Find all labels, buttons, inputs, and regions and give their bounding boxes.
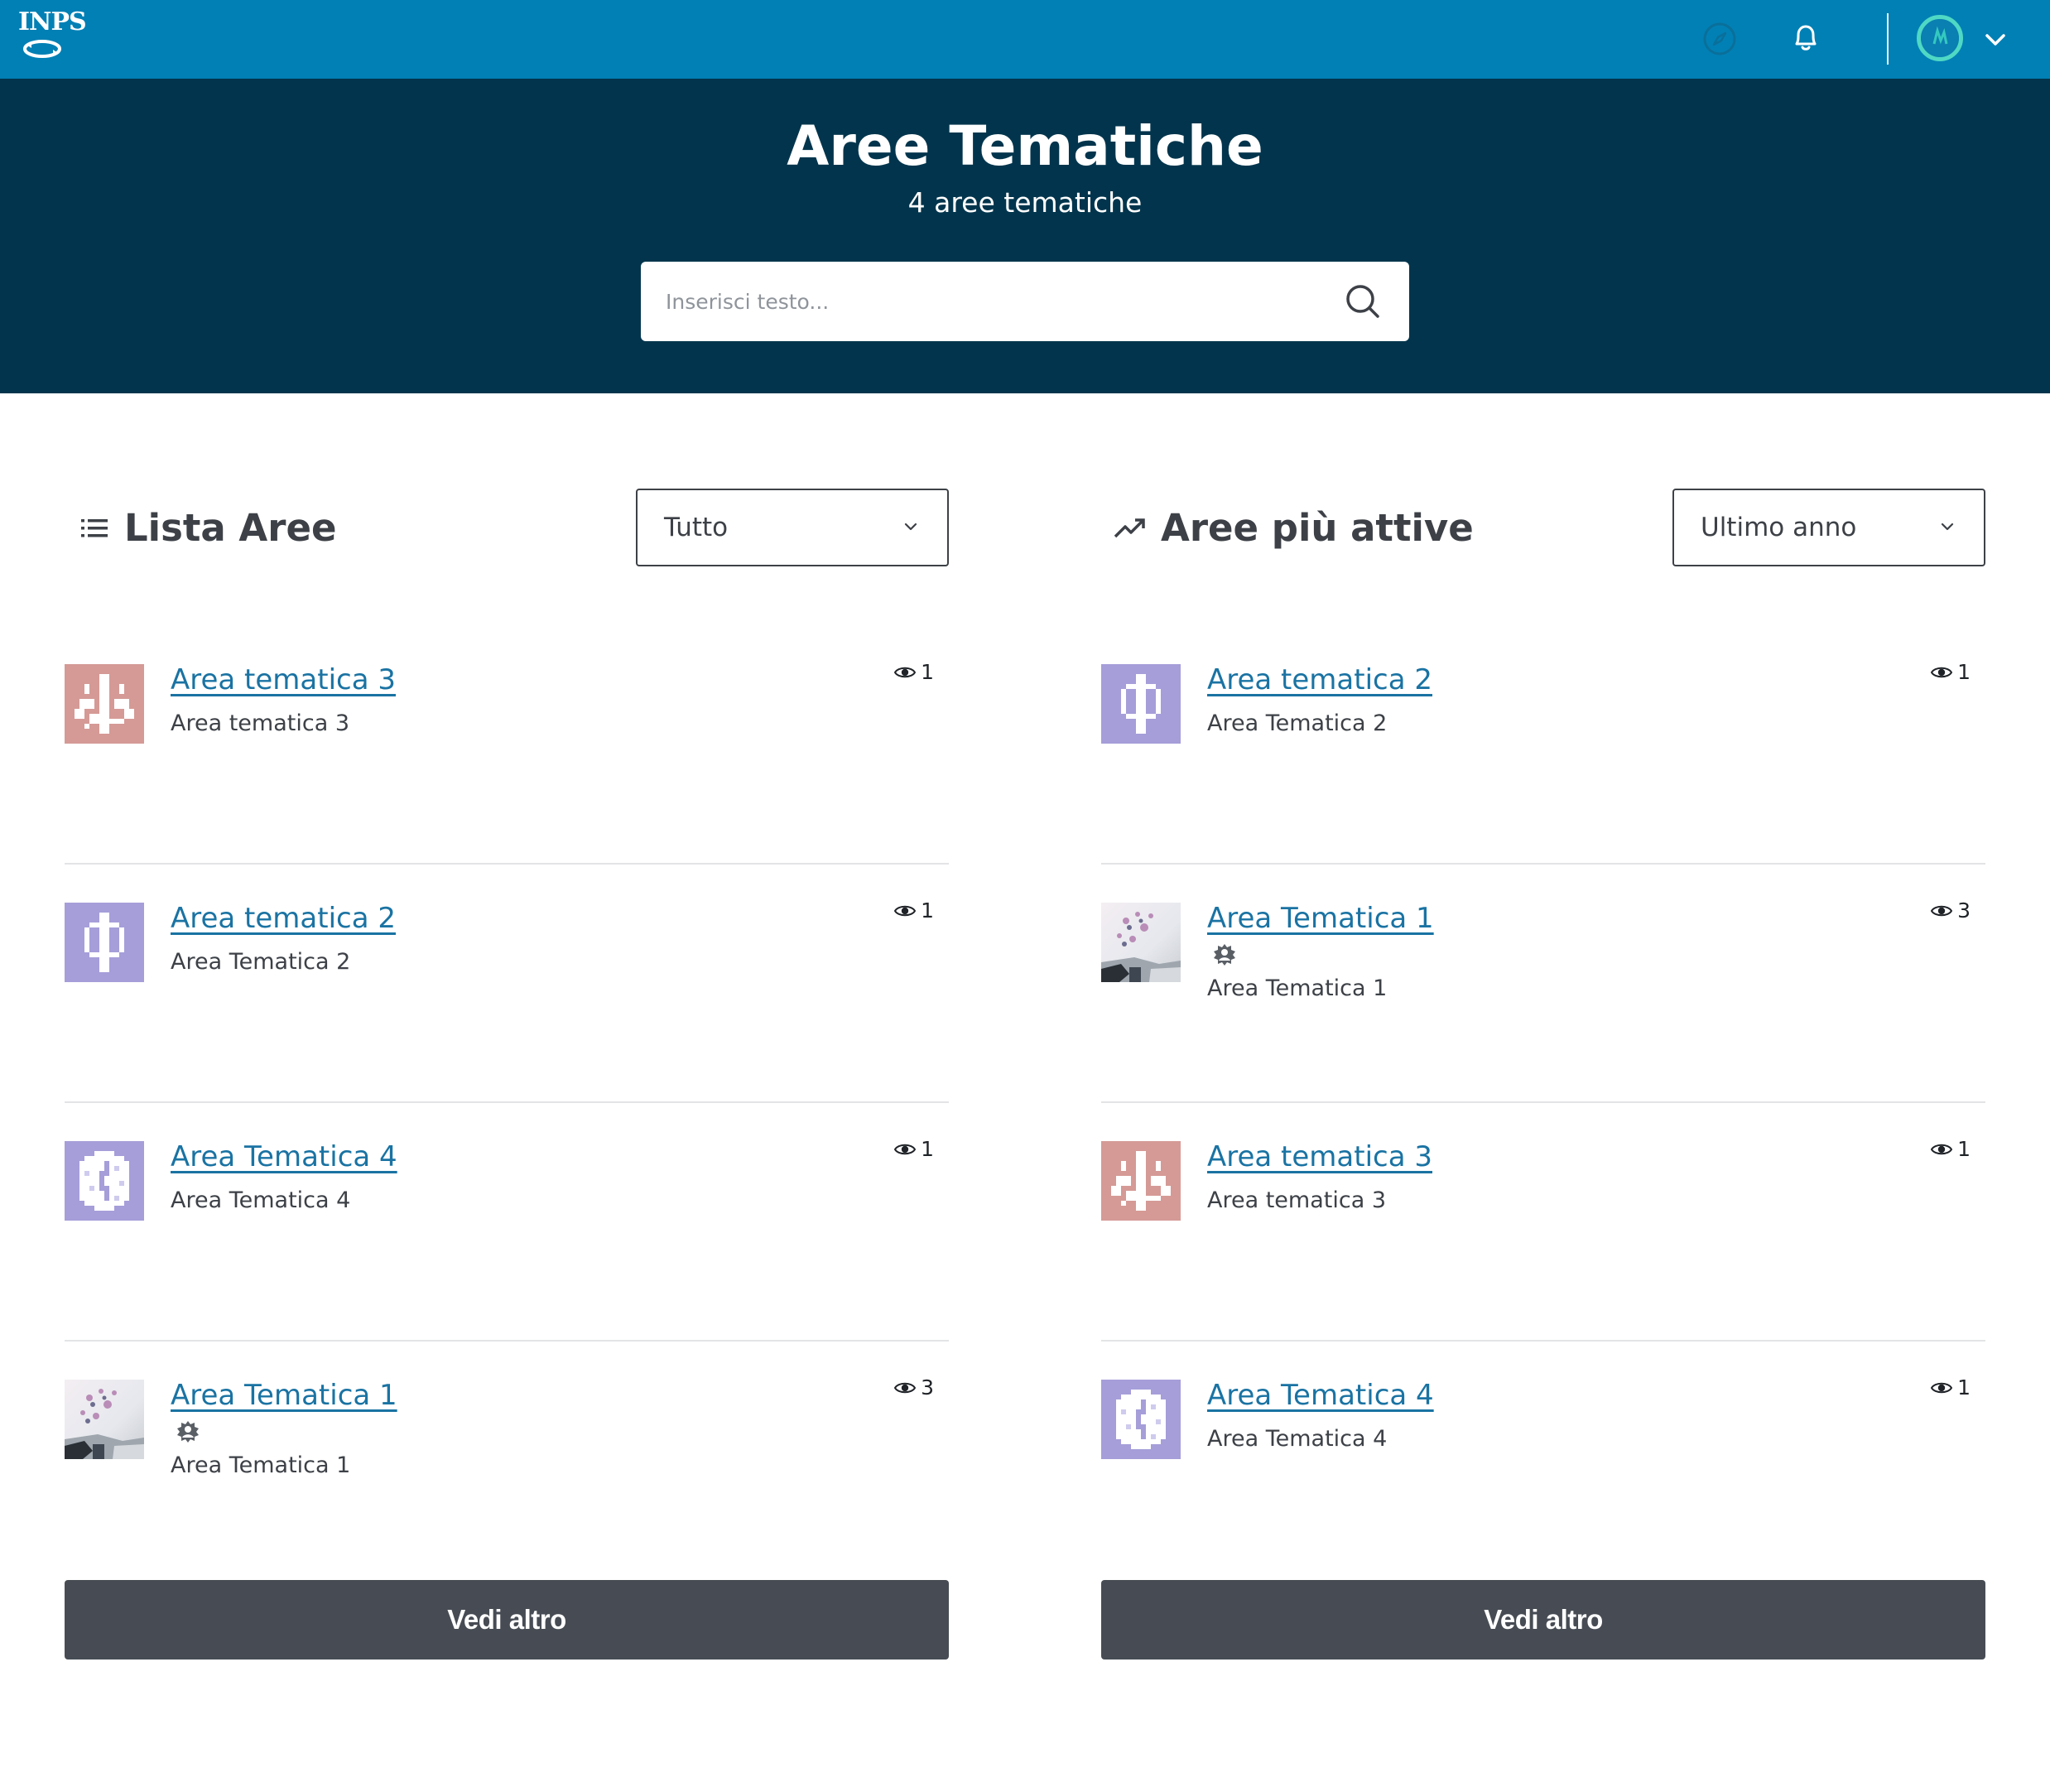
area-thumbnail (1101, 1380, 1181, 1459)
view-counter: 1 (894, 658, 934, 687)
area-description: Area Tematica 1 (171, 1452, 351, 1478)
chevron-down-icon (1941, 523, 1954, 531)
eye-icon (1931, 903, 1953, 918)
area-title-link[interactable]: Area Tematica 1 (1207, 899, 1434, 937)
page-title: Aree Tematiche (787, 114, 1263, 178)
eye-icon (894, 1380, 917, 1395)
attive-filter-select[interactable]: Ultimo anno (1672, 489, 1985, 566)
hero-banner: Aree Tematiche 4 aree tematiche (0, 79, 2050, 393)
area-title-link[interactable]: Area Tematica 1 (171, 1376, 397, 1414)
lista-filter-value: Tutto (664, 513, 729, 542)
chevron-down-icon[interactable] (1983, 30, 2008, 50)
list-item: Area tematica 2 Area Tematica 2 1 (1101, 660, 1985, 903)
eye-icon (894, 665, 917, 680)
area-thumbnail (65, 664, 144, 744)
area-description: Area Tematica 2 (1207, 711, 1388, 736)
view-count: 1 (1957, 660, 1971, 684)
bell-icon[interactable] (1787, 18, 1825, 56)
list-item: Area Tematica 4 Area Tematica 4 1 (65, 1137, 949, 1380)
divider (65, 863, 949, 865)
avatar-icon (1921, 19, 1959, 57)
view-count: 1 (921, 660, 934, 684)
area-title-link[interactable]: Area tematica 2 (171, 899, 396, 937)
divider (1101, 863, 1985, 865)
area-thumbnail (1101, 903, 1181, 982)
eye-icon (894, 1142, 917, 1157)
view-counter: 1 (1931, 1373, 1971, 1403)
compass-icon[interactable] (1701, 20, 1739, 58)
view-counter: 1 (894, 896, 934, 926)
view-counter: 3 (1931, 896, 1971, 926)
divider (65, 1340, 949, 1342)
view-counter: 1 (1931, 1134, 1971, 1164)
search-input[interactable] (666, 262, 1311, 341)
area-title-link[interactable]: Area tematica 2 (1207, 661, 1432, 699)
view-counter: 1 (894, 1134, 934, 1164)
area-description: Area Tematica 1 (1207, 975, 1388, 1001)
eye-icon (894, 903, 917, 918)
inps-logo[interactable]: INPS (18, 7, 87, 70)
list-item: Area Tematica 1 Area Tematica 1 3 (1101, 898, 1985, 1141)
view-count: 1 (1957, 1375, 1971, 1399)
search-icon[interactable] (1343, 282, 1383, 321)
area-description: Area Tematica 4 (171, 1187, 351, 1213)
attive-filter-value: Ultimo anno (1701, 513, 1857, 542)
list-item: Area tematica 3 Area tematica 3 1 (1101, 1137, 1985, 1380)
page-subtitle: 4 aree tematiche (907, 186, 1143, 219)
view-count: 1 (1957, 1137, 1971, 1161)
eye-icon (1931, 1142, 1953, 1157)
list-item: Area tematica 3 Area tematica 3 1 (65, 660, 949, 903)
aree-attive-header: Aree più attive Ultimo anno (1101, 489, 1985, 568)
view-count: 1 (921, 1137, 934, 1161)
lista-filter-select[interactable]: Tutto (636, 489, 949, 566)
lista-vedi-altro-button[interactable]: Vedi altro (65, 1580, 949, 1660)
area-thumbnail (65, 1141, 144, 1221)
user-avatar[interactable] (1917, 15, 1963, 61)
lista-aree-panel: Lista Aree Tutto Area tematica 3 Area tem… (65, 489, 949, 1660)
view-counter: 3 (894, 1373, 934, 1403)
view-counter: 1 (1931, 658, 1971, 687)
attive-vedi-altro-button[interactable]: Vedi altro (1101, 1580, 1985, 1660)
view-count: 3 (1957, 898, 1971, 922)
aree-attive-list: Area tematica 2 Area Tematica 2 1 Area Tema… (1101, 660, 1985, 1618)
area-description: Area tematica 3 (1207, 1187, 1386, 1213)
logo-text: INPS (18, 7, 87, 36)
view-count: 3 (921, 1375, 934, 1399)
area-description: Area Tematica 4 (1207, 1426, 1388, 1452)
view-count: 1 (921, 898, 934, 922)
eye-icon (1931, 665, 1953, 680)
lista-aree-header: Lista Aree Tutto (65, 489, 949, 568)
navbar-divider (1887, 13, 1889, 65)
trending-up-icon (1114, 518, 1145, 538)
divider (1101, 1340, 1985, 1342)
area-thumbnail (1101, 664, 1181, 744)
area-thumbnail (65, 903, 144, 982)
divider (65, 1101, 949, 1103)
area-title-link[interactable]: Area Tematica 4 (1207, 1376, 1434, 1414)
chevron-down-icon (904, 523, 917, 531)
area-description: Area Tematica 2 (171, 949, 351, 975)
lista-aree-list: Area tematica 3 Area tematica 3 1 Area tema… (65, 660, 949, 1618)
area-thumbnail (1101, 1141, 1181, 1221)
list-item: Area tematica 2 Area Tematica 2 1 (65, 898, 949, 1141)
divider (1101, 1101, 1985, 1103)
area-description: Area tematica 3 (171, 711, 349, 736)
lista-aree-title: Lista Aree (124, 506, 337, 550)
admin-badge-icon (176, 1419, 200, 1444)
aree-attive-panel: Aree più attive Ultimo anno Area tematic… (1101, 489, 1985, 1660)
logo-swirl-icon (23, 40, 61, 58)
area-title-link[interactable]: Area tematica 3 (1207, 1138, 1432, 1176)
top-navbar: INPS (0, 0, 2050, 79)
area-thumbnail (65, 1380, 144, 1459)
search-box (641, 262, 1409, 341)
aree-attive-title: Aree più attive (1161, 506, 1474, 550)
list-icon (81, 519, 108, 537)
area-title-link[interactable]: Area Tematica 4 (171, 1138, 397, 1176)
area-title-link[interactable]: Area tematica 3 (171, 661, 396, 699)
eye-icon (1931, 1380, 1953, 1395)
admin-badge-icon (1212, 942, 1237, 967)
